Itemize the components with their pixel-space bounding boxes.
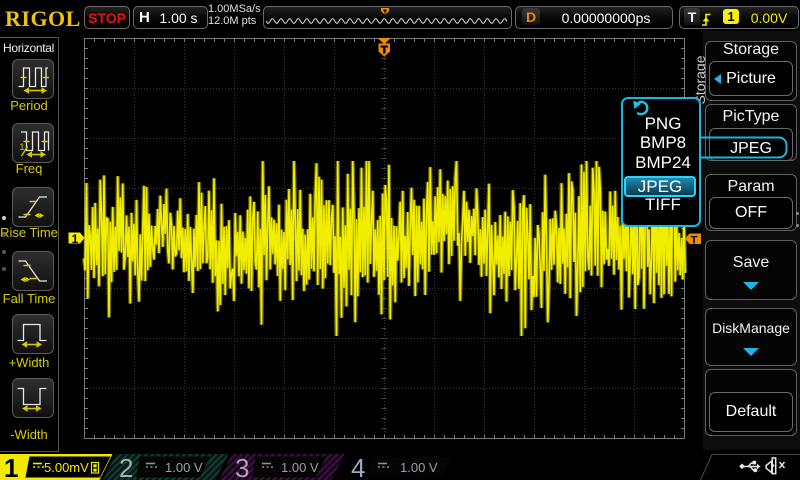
svg-text:4: 4	[351, 453, 365, 480]
svg-text:1.00 V: 1.00 V	[400, 460, 438, 475]
svg-text:1.00 V: 1.00 V	[281, 460, 319, 475]
svg-text:5.00mV: 5.00mV	[44, 460, 89, 475]
svg-text:1: 1	[72, 232, 79, 246]
svg-text:2: 2	[119, 453, 133, 480]
svg-text:1: 1	[20, 142, 25, 152]
svg-text:1.00 V: 1.00 V	[165, 460, 203, 475]
svg-text:3: 3	[235, 453, 249, 480]
svg-text:1: 1	[4, 453, 18, 480]
svg-text:T: T	[691, 235, 698, 247]
